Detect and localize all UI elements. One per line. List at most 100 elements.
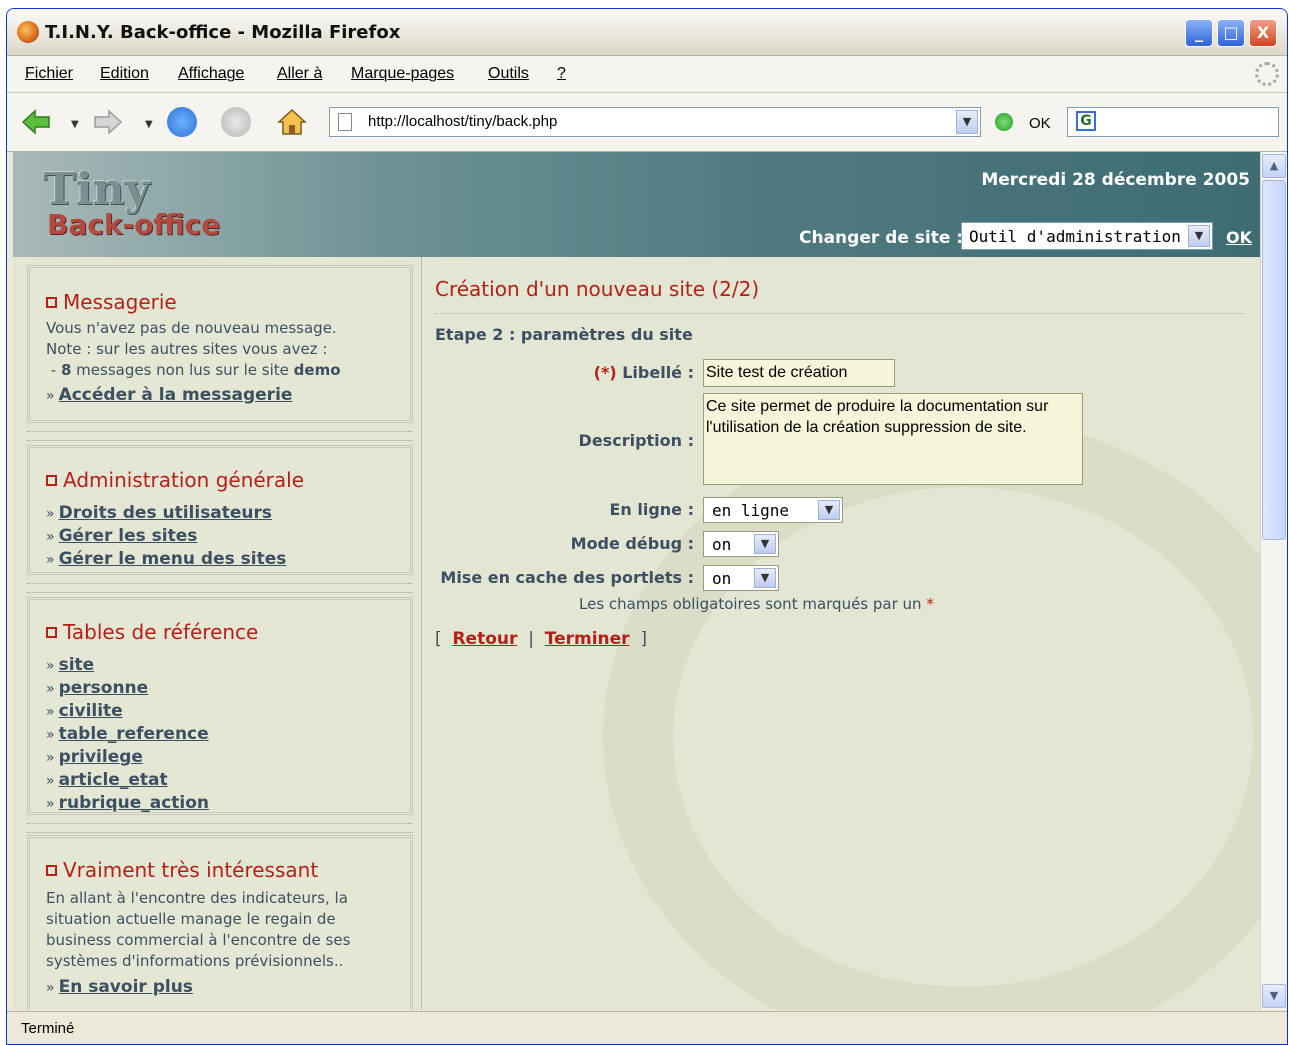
home-icon[interactable] [277,107,307,137]
mode-debug-dropdown-icon[interactable]: ▼ [754,534,776,554]
close-button[interactable]: X [1249,19,1277,47]
header-date: Mercredi 28 décembre 2005 [981,170,1250,190]
raquo-icon: » [46,980,55,996]
messagerie-links: » Accéder à la messagerie [46,384,292,407]
terminer-link[interactable]: Terminer [545,629,630,649]
browser-window: T.I.N.Y. Back-office - Mozilla Firefox _… [6,8,1288,1045]
go-button[interactable]: OK [1029,115,1051,132]
raquo-icon: » [46,796,55,812]
admin-title-text: Administration générale [63,468,305,492]
address-bar[interactable]: http://localhost/tiny/back.php ▼ [329,107,981,137]
step-subtitle: Etape 2 : paramètres du site [435,325,693,344]
stop-icon[interactable] [221,107,251,137]
status-text: Terminé [21,1020,75,1037]
en-ligne-select[interactable]: en ligne ▼ [703,497,843,523]
interessant-box: Vraiment très intéressant En allant à l'… [27,835,413,1010]
tables-box: Tables de référence » site » personne » civ… [27,597,413,815]
libelle-label: (*) Libellé : [594,363,694,382]
menu-edition[interactable]: Edition [100,65,149,83]
required-note-text: Les champs obligatoires sont marqués par… [579,595,922,613]
link-gerer-menu[interactable]: Gérer le menu des sites [59,549,287,569]
site-select-dropdown-icon[interactable]: ▼ [1188,225,1210,247]
menu-marque-pages[interactable]: Marque-pages [351,65,454,83]
window-title: T.I.N.Y. Back-office - Mozilla Firefox [45,22,401,43]
url-text[interactable]: http://localhost/tiny/back.php [368,113,557,130]
link-gerer-sites[interactable]: Gérer les sites [59,526,198,546]
go-icon[interactable] [995,113,1013,131]
libelle-input[interactable]: Site test de création [703,359,895,387]
back-dropdown-icon[interactable]: ▼ [71,119,79,130]
vertical-scrollbar[interactable]: ▲ ▼ [1260,152,1287,1010]
bracket-open: [ [435,629,442,649]
en-ligne-value: en ligne [712,501,790,520]
description-textarea[interactable]: Ce site permet de produire la documentat… [703,393,1083,485]
raquo-icon: » [46,552,55,568]
page-title: Création d'un nouveau site (2/2) [435,277,760,301]
menu-aller[interactable]: Aller à [277,65,322,83]
scroll-up-icon[interactable]: ▲ [1262,154,1286,178]
interessant-line2: situation actuelle manage le regain de [46,910,336,928]
raquo-icon: » [46,704,55,720]
site-ok-link[interactable]: OK [1226,228,1252,247]
action-separator: | [528,629,534,649]
menu-bar: Fichier Edition Affichage Aller à Marque… [7,56,1287,93]
mode-debug-value: on [712,535,732,554]
url-dropdown-icon[interactable]: ▼ [956,110,978,134]
raquo-icon: » [46,773,55,789]
site-select[interactable]: Outil d'administration ▼ [961,222,1213,250]
messagerie-title: Messagerie [46,290,177,314]
logo-back-office: Back-office [47,208,221,241]
en-ligne-dropdown-icon[interactable]: ▼ [818,500,840,520]
link-en-savoir-plus[interactable]: En savoir plus [59,977,193,997]
link-privilege[interactable]: privilege [59,747,143,767]
messagerie-line3-mid: messages non lus sur le site [71,361,294,379]
link-droits-utilisateurs[interactable]: Droits des utilisateurs [59,503,272,523]
box-icon [46,627,57,638]
messagerie-count: 8 [60,361,72,379]
menu-outils[interactable]: Outils [488,65,529,83]
raquo-icon: » [46,681,55,697]
cache-select[interactable]: on ▼ [703,565,779,591]
box-icon [46,475,57,486]
raquo-icon: » [46,750,55,766]
forward-arrow-icon[interactable] [93,107,123,137]
title-separator [435,313,1245,314]
site-select-value: Outil d'administration [969,227,1181,246]
search-box[interactable]: G [1067,107,1279,137]
en-ligne-label: En ligne : [609,500,694,519]
messagerie-line3-prefix: - [46,361,61,379]
link-rubrique-action[interactable]: rubrique_action [59,793,209,813]
page-viewport: Tiny Back-office Mercredi 28 décembre 20… [13,152,1260,1010]
bracket-close: ] [640,629,647,649]
retour-link[interactable]: Retour [452,629,517,649]
scroll-down-icon[interactable]: ▼ [1262,984,1286,1008]
raquo-icon: » [46,388,55,404]
link-civilite[interactable]: civilite [59,701,123,721]
menu-fichier[interactable]: Fichier [25,65,73,83]
raquo-icon: » [46,506,55,522]
forward-dropdown-icon[interactable]: ▼ [145,119,153,130]
messagerie-line1: Vous n'avez pas de nouveau message. [46,319,337,337]
maximize-button[interactable]: □ [1217,19,1245,47]
link-table-reference[interactable]: table_reference [59,724,209,744]
mode-debug-select[interactable]: on ▼ [703,531,779,557]
menu-aide[interactable]: ? [557,65,566,83]
messagerie-link[interactable]: Accéder à la messagerie [59,385,293,405]
description-label: Description : [578,431,694,450]
raquo-icon: » [46,727,55,743]
menu-affichage[interactable]: Affichage [178,65,244,83]
reload-icon[interactable] [167,107,197,137]
interessant-title-text: Vraiment très intéressant [63,858,319,882]
box-icon [46,865,57,876]
raquo-icon: » [46,658,55,674]
google-search-icon[interactable]: G [1076,111,1096,131]
title-bar: T.I.N.Y. Back-office - Mozilla Firefox _… [7,9,1287,56]
link-personne[interactable]: personne [59,678,149,698]
cache-dropdown-icon[interactable]: ▼ [754,568,776,588]
back-arrow-icon[interactable] [21,107,51,137]
minimize-button[interactable]: _ [1185,19,1213,47]
cache-value: on [712,569,732,588]
link-site[interactable]: site [59,655,95,675]
link-article-etat[interactable]: article_etat [59,770,168,790]
scroll-thumb[interactable] [1262,180,1286,540]
